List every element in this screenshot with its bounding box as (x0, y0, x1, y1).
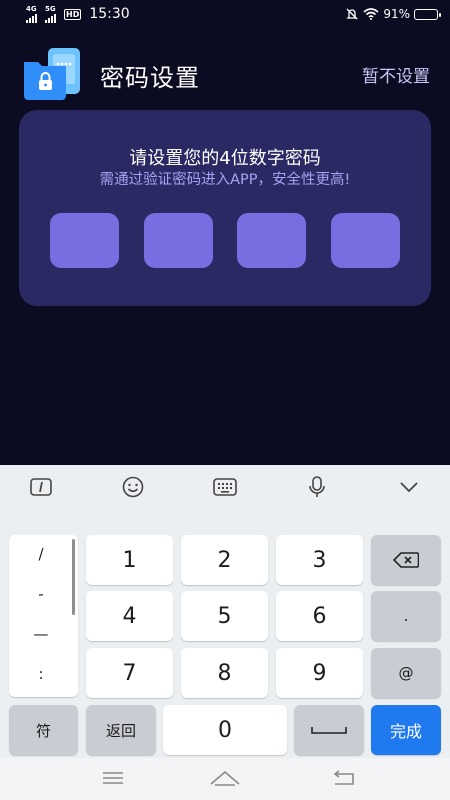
key-7[interactable]: 7 (86, 648, 173, 698)
chevron-down-icon[interactable] (395, 477, 423, 497)
pin-subtitle: 需通过验证密码进入APP，安全性更高! (99, 172, 351, 188)
key-1[interactable]: 1 (86, 535, 173, 585)
symbol-key-slash[interactable]: / (9, 545, 73, 563)
skip-setup-button[interactable]: 暂不设置 (362, 62, 430, 87)
status-left: 4G 5G HD 15:30 (26, 4, 130, 23)
key-9[interactable]: 9 (276, 648, 363, 698)
pin-digit-box-3[interactable] (237, 213, 306, 268)
lock-folder-icon (24, 48, 80, 100)
home-icon[interactable] (210, 768, 240, 788)
hd-voice-badge: HD (64, 8, 82, 20)
signal-bars-icon (26, 13, 37, 23)
microphone-icon[interactable] (303, 476, 331, 497)
key-3[interactable]: 3 (276, 535, 363, 585)
pin-digit-box-4[interactable] (331, 213, 400, 268)
header: 密码设置 暂不设置 (0, 40, 450, 106)
network-type-1: 4G (26, 4, 37, 13)
key-2[interactable]: 2 (181, 535, 268, 585)
cell-signal-1: 4G (26, 4, 37, 23)
key-6[interactable]: 6 (276, 591, 363, 641)
key-5[interactable]: 5 (181, 591, 268, 641)
return-button[interactable]: 返回 (86, 705, 156, 755)
backspace-button[interactable] (371, 535, 441, 585)
symbol-key-dash[interactable]: — (9, 625, 73, 643)
keyboard-toolbar (0, 465, 450, 509)
key-4[interactable]: 4 (86, 591, 173, 641)
status-right: 91% (345, 7, 441, 21)
pin-setup-card: 请设置您的4位数字密码 需通过验证密码进入APP，安全性更高! (19, 110, 431, 306)
status-bar: 4G 5G HD 15:30 91% (0, 0, 450, 28)
done-button[interactable]: 完成 (371, 705, 441, 755)
wifi-icon (363, 8, 379, 20)
pin-digit-box-2[interactable] (144, 213, 213, 268)
menu-icon[interactable] (98, 768, 128, 788)
system-nav-bar (0, 758, 450, 800)
symbols-button[interactable]: 符 (9, 705, 78, 755)
pin-heading: 请设置您的4位数字密码 (129, 148, 321, 169)
at-key[interactable]: @ (371, 648, 441, 698)
pin-digit-box-1[interactable] (50, 213, 119, 268)
emoji-icon[interactable] (119, 476, 147, 498)
space-bar-icon (311, 727, 347, 734)
network-type-2: 5G (45, 4, 56, 13)
dot-key[interactable]: . (371, 591, 441, 641)
symbol-key-hyphen[interactable]: - (9, 585, 73, 603)
key-8[interactable]: 8 (181, 648, 268, 698)
key-0[interactable]: 0 (163, 705, 287, 755)
mute-icon (346, 8, 358, 20)
symbol-list[interactable]: / - — : (9, 535, 78, 697)
battery-icon (414, 8, 441, 20)
space-button[interactable] (294, 705, 364, 755)
backspace-icon (393, 552, 419, 568)
signal-bars-icon (45, 13, 56, 23)
keyboard-icon[interactable] (211, 477, 239, 497)
symbol-key-colon[interactable]: : (9, 665, 73, 683)
symbol-scrollbar[interactable] (72, 539, 75, 615)
cell-signal-2: 5G (45, 4, 56, 23)
clock: 15:30 (89, 6, 130, 22)
back-icon[interactable] (328, 768, 358, 788)
page-title: 密码设置 (100, 64, 200, 92)
battery-percent: 91% (383, 7, 410, 21)
text-cursor-icon[interactable] (27, 477, 55, 497)
